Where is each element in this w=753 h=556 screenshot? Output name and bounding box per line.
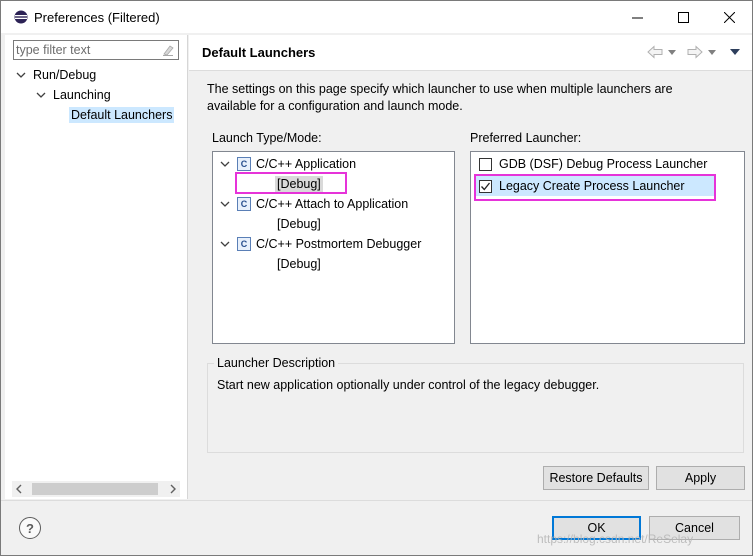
tree-item-label: Run/Debug [33, 68, 97, 82]
c-application-icon: C [237, 237, 251, 251]
preferred-launcher-item[interactable]: GDB (DSF) Debug Process Launcher [479, 154, 717, 174]
close-icon [723, 11, 735, 23]
preference-page: Default Launchers The settings on this p… [189, 35, 752, 499]
back-arrow-icon [647, 45, 663, 59]
help-icon[interactable]: ? [19, 517, 41, 539]
clear-filter-icon[interactable] [161, 43, 175, 57]
chevron-down-icon[interactable] [219, 158, 231, 170]
c-application-icon: C [237, 197, 251, 211]
window-title: Preferences (Filtered) [34, 10, 160, 25]
launch-mode-label: [Debug] [277, 217, 321, 231]
scroll-right-icon[interactable] [168, 484, 178, 494]
back-button[interactable] [647, 44, 677, 60]
filter-input[interactable] [14, 41, 154, 59]
title-bar: Preferences (Filtered) [1, 1, 752, 33]
apply-button[interactable]: Apply [656, 466, 745, 490]
minimize-icon [631, 17, 643, 18]
annotation-highlight-box [235, 172, 347, 194]
view-menu-icon [730, 49, 740, 55]
preference-tree-pane: Run/Debug Launching Default Launchers [5, 35, 188, 499]
back-dropdown-icon[interactable] [667, 47, 677, 57]
tree-item-label: Launching [53, 88, 111, 102]
launcher-description-group: Launcher Description Start new applicati… [207, 356, 744, 453]
chevron-down-icon[interactable] [35, 89, 47, 101]
launch-type-name: C/C++ Postmortem Debugger [256, 237, 422, 251]
description-line: The settings on this page specify which … [207, 82, 673, 96]
launch-type-tree[interactable]: C C/C++ Application [Debug] C C/C++ Atta… [212, 151, 455, 344]
preferred-launcher-label: Preferred Launcher: [470, 131, 582, 145]
launcher-checkbox[interactable] [479, 157, 492, 171]
launch-type-label: Launch Type/Mode: [212, 131, 322, 145]
launcher-description-text: Start new application optionally under c… [217, 378, 600, 392]
eclipse-icon [14, 10, 28, 24]
forward-arrow-icon [687, 45, 703, 59]
launch-type-name: C/C++ Attach to Application [256, 197, 409, 211]
page-header: Default Launchers [189, 35, 752, 71]
page-description: The settings on this page specify which … [207, 81, 737, 115]
tree-item-label: Default Launchers [69, 107, 175, 123]
launch-mode-label: [Debug] [277, 257, 321, 271]
launch-type-item[interactable]: C C/C++ Postmortem Debugger [219, 234, 421, 254]
dialog-button-bar: ? OK Cancel https://blog.csdn.net/ReSela… [1, 500, 752, 555]
launch-mode-item[interactable]: [Debug] [277, 254, 321, 274]
tree-item-run-debug[interactable]: Run/Debug [15, 65, 96, 85]
launch-type-item[interactable]: C C/C++ Attach to Application [219, 194, 408, 214]
chevron-down-icon[interactable] [219, 238, 231, 250]
filter-box [13, 40, 179, 60]
close-button[interactable] [706, 1, 752, 33]
horizontal-scrollbar[interactable] [12, 481, 180, 497]
view-menu-button[interactable] [729, 44, 741, 60]
watermark-text: https://blog.csdn.net/ReSelay [537, 532, 694, 546]
chevron-down-icon[interactable] [219, 198, 231, 210]
tree-item-launching[interactable]: Launching [35, 85, 111, 105]
scroll-left-icon[interactable] [14, 484, 24, 494]
restore-defaults-button[interactable]: Restore Defaults [543, 466, 649, 490]
launch-type-item[interactable]: C C/C++ Application [219, 154, 356, 174]
forward-button[interactable] [687, 44, 717, 60]
maximize-button[interactable] [660, 1, 706, 33]
launcher-name: GDB (DSF) Debug Process Launcher [499, 157, 708, 171]
c-application-icon: C [237, 157, 251, 171]
forward-dropdown-icon[interactable] [707, 47, 717, 57]
preferred-launcher-list[interactable]: GDB (DSF) Debug Process Launcher Legacy … [470, 151, 745, 344]
launcher-description-label: Launcher Description [214, 356, 339, 370]
minimize-button[interactable] [614, 1, 660, 33]
launch-type-name: C/C++ Application [256, 157, 357, 171]
preferences-window: Preferences (Filtered) Run/Debug Launchi… [0, 0, 753, 556]
launch-mode-item[interactable]: [Debug] [277, 214, 321, 234]
tree-item-default-launchers[interactable]: Default Launchers [69, 105, 175, 125]
description-line: available for a configuration and launch… [207, 99, 463, 113]
scrollbar-thumb[interactable] [32, 483, 158, 495]
chevron-down-icon[interactable] [15, 69, 27, 81]
maximize-icon [677, 11, 689, 23]
annotation-highlight-box [474, 174, 716, 201]
page-title: Default Launchers [202, 45, 316, 60]
